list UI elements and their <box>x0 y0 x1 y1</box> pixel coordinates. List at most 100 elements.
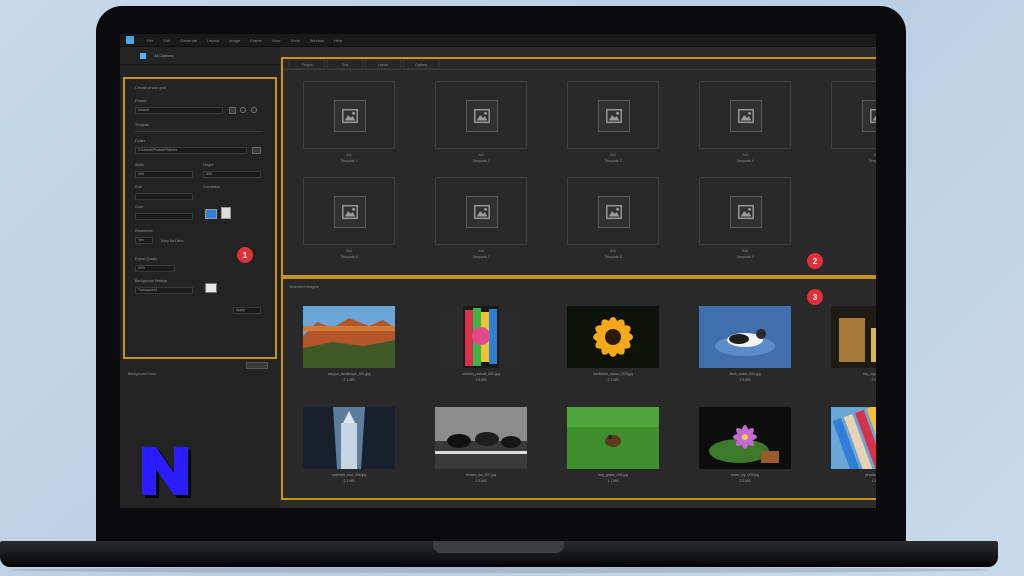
menu-help[interactable]: Help <box>329 38 347 43</box>
tab-project[interactable]: Project <box>289 59 325 69</box>
menu-layout[interactable]: Layout <box>202 38 224 43</box>
folder-label: Folder <box>135 139 145 143</box>
width-label: Width <box>135 163 144 167</box>
background-color-label: Background Color <box>128 372 157 376</box>
menu-tools[interactable]: Tools <box>285 38 304 43</box>
width-input[interactable]: 400 <box>135 171 193 178</box>
app-icon[interactable] <box>126 36 134 44</box>
photo-filesize: 1.5 MB <box>871 479 876 483</box>
image-placeholder-icon <box>598 196 630 228</box>
background-select[interactable]: Transparent <box>135 287 193 294</box>
template-card[interactable] <box>699 177 791 245</box>
template-subcaption: Template 4 <box>736 159 754 163</box>
tab-grid[interactable]: Grid <box>327 59 363 69</box>
photo-filename: duck_water_004.jpg <box>729 372 761 376</box>
photo-thumbnail[interactable] <box>699 306 791 368</box>
image-placeholder-icon <box>334 100 366 132</box>
template-card[interactable] <box>699 81 791 149</box>
menu-view[interactable]: View <box>267 38 286 43</box>
image-placeholder-icon <box>862 100 876 132</box>
template-subcaption: Template 6 <box>340 255 358 259</box>
height-input[interactable]: 300 <box>203 171 261 178</box>
selected-images-panel: Selected images 3 canyon_landscape_001.j… <box>281 277 876 500</box>
template-subcaption: Template 5 <box>868 159 876 163</box>
apply-button[interactable]: Apply <box>233 307 261 314</box>
landscape-orientation-button[interactable] <box>205 209 217 219</box>
image-placeholder-icon <box>466 100 498 132</box>
photo-filesize: 1.8 MB <box>475 378 487 382</box>
template-card[interactable] <box>567 177 659 245</box>
select-button[interactable] <box>246 362 268 369</box>
menu-edit[interactable]: Edit <box>158 38 175 43</box>
photo-thumbnail[interactable] <box>435 407 527 469</box>
photo-filename: sunflower_macro_003.jpg <box>592 372 634 376</box>
save-preset-button[interactable] <box>229 107 236 114</box>
folder-input[interactable]: C:\Users\Photos\Pictures <box>135 147 247 154</box>
photo-filename: city_night_005.jpg <box>862 372 876 376</box>
template-subcaption: Template 9 <box>736 255 754 259</box>
template-subcaption: Template 3 <box>604 159 622 163</box>
folder-icon[interactable] <box>252 147 261 154</box>
menu-frame[interactable]: Frame <box>245 38 267 43</box>
photo-filename: canyon_landscape_001.jpg <box>327 372 371 376</box>
template-card[interactable] <box>303 81 395 149</box>
photo-filename: colorful_portrait_002.jpg <box>462 372 500 376</box>
template-caption: 5x5 <box>742 249 748 253</box>
export-quality-input[interactable]: 90% <box>135 265 175 272</box>
photo-thumbnail[interactable] <box>567 306 659 368</box>
background-settings-label: Background Settings <box>135 279 168 283</box>
photo-filesize: 1.9 MB <box>475 479 487 483</box>
randomize-select[interactable]: Yes <box>135 237 153 244</box>
template-card[interactable] <box>567 81 659 149</box>
laptop-shadow <box>10 567 988 573</box>
template-label: Template <box>135 123 150 127</box>
step-badge-3: 3 <box>807 289 823 305</box>
photo-filesize: 1.7 MB <box>607 479 619 483</box>
size-select[interactable] <box>135 193 193 200</box>
tab-options[interactable]: Options <box>403 59 439 69</box>
photo-thumbnail[interactable] <box>699 407 791 469</box>
tab-layout[interactable]: Layout <box>365 59 401 69</box>
photo-filename: waterfall_mist_006.jpg <box>331 473 367 477</box>
color-select[interactable] <box>135 213 193 220</box>
menu-image[interactable]: Image <box>224 38 245 43</box>
photo-thumbnail[interactable] <box>303 306 395 368</box>
info-icon[interactable] <box>251 107 257 113</box>
menu-file[interactable]: File <box>142 38 158 43</box>
template-caption: 1x2 <box>478 153 484 157</box>
menubar: File Edit Generate Layout Image Frame Vi… <box>120 34 876 47</box>
selected-images-title: Selected images <box>289 284 319 289</box>
photo-thumbnail[interactable] <box>303 407 395 469</box>
options-icon <box>140 52 146 59</box>
refresh-icon[interactable] <box>240 107 246 113</box>
menu-window[interactable]: Window <box>305 38 329 43</box>
photo-thumbnail[interactable] <box>831 405 876 487</box>
laptop-notch <box>433 541 564 553</box>
photo-filesize: 2.1 MB <box>343 378 355 382</box>
template-caption: 4x4 <box>478 249 484 253</box>
photo-filename: water_lily_009.jpg <box>730 473 760 477</box>
height-label: Height <box>203 163 214 167</box>
template-card[interactable] <box>435 81 527 149</box>
template-card[interactable] <box>435 177 527 245</box>
photo-thumbnail[interactable] <box>831 306 876 368</box>
photo-thumbnail[interactable] <box>567 407 659 469</box>
size-label: Size <box>135 185 142 189</box>
sidebar-footer: Background Color <box>128 362 268 376</box>
image-placeholder-icon <box>730 196 762 228</box>
background-swatch[interactable] <box>205 283 217 293</box>
template-card[interactable] <box>831 81 876 149</box>
preset-select[interactable]: Default <box>135 107 223 114</box>
photo-thumbnail[interactable] <box>435 306 527 368</box>
step-badge-2: 2 <box>807 253 823 269</box>
template-card[interactable] <box>303 177 395 245</box>
n-logo-icon <box>142 447 191 498</box>
template-caption: 4x5 <box>610 249 616 253</box>
menu-generate[interactable]: Generate <box>175 38 202 43</box>
image-placeholder-icon <box>334 196 366 228</box>
portrait-orientation-button[interactable] <box>221 207 231 219</box>
step-badge-1: 1 <box>237 247 253 263</box>
options-panel: Create photo grid Presets Default Templa… <box>123 77 277 359</box>
template-caption: 1x1 <box>346 153 352 157</box>
template-tabs: Project Grid Layout Options <box>283 59 876 70</box>
